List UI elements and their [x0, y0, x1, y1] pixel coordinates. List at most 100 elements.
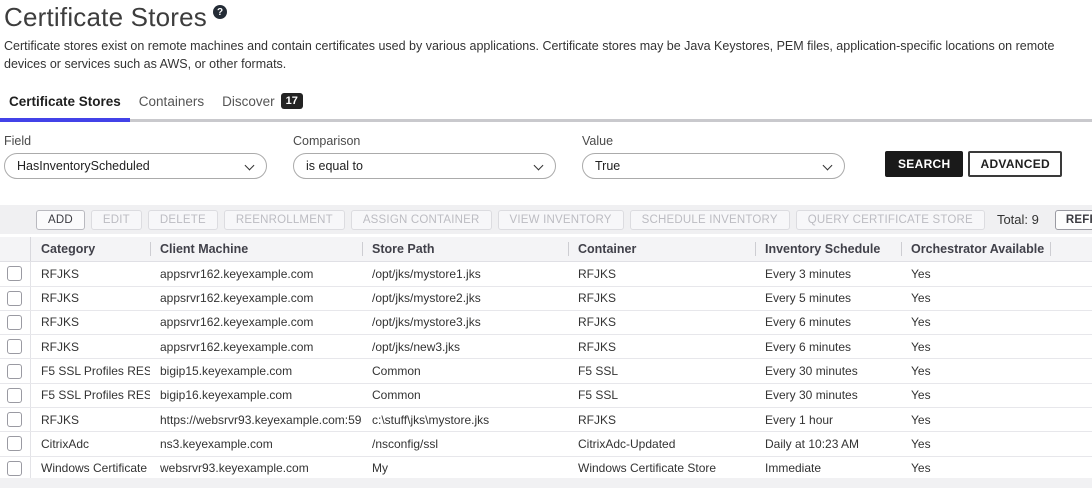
row-checkbox-cell: [0, 408, 31, 431]
tab-containers[interactable]: Containers: [130, 89, 213, 122]
cell-client-machine: appsrvr162.keyexample.com: [150, 291, 362, 305]
cell-container: RFJKS: [568, 267, 755, 281]
table-row[interactable]: RFJKSappsrvr162.keyexample.com/opt/jks/m…: [0, 261, 1092, 285]
row-checkbox[interactable]: [7, 315, 22, 330]
row-checkbox-cell: [0, 311, 31, 334]
row-checkbox-cell: [0, 457, 31, 480]
value-select[interactable]: True: [582, 153, 845, 179]
tab-label: Certificate Stores: [9, 94, 121, 109]
cell-category: RFJKS: [31, 267, 150, 281]
row-checkbox[interactable]: [7, 339, 22, 354]
add-button[interactable]: ADD: [36, 210, 85, 230]
cell-orchestrator-available: Yes: [901, 315, 1050, 329]
advanced-button[interactable]: ADVANCED: [968, 151, 1062, 177]
row-checkbox-cell: [0, 287, 31, 310]
field-select[interactable]: HasInventoryScheduled: [4, 153, 267, 179]
certificate-stores-table: Category Client Machine Store Path Conta…: [0, 237, 1092, 481]
discover-count-badge: 17: [281, 93, 303, 109]
filter-actions: SEARCH ADVANCED: [885, 151, 1062, 179]
cell-store-path: /opt/jks/mystore3.jks: [362, 315, 568, 329]
cell-container: Windows Certificate Store: [568, 461, 755, 475]
column-header-inventory-schedule[interactable]: Inventory Schedule: [755, 237, 901, 261]
cell-inventory-schedule: Every 6 minutes: [755, 340, 901, 354]
table-row[interactable]: RFJKSappsrvr162.keyexample.com/opt/jks/n…: [0, 334, 1092, 358]
search-button[interactable]: SEARCH: [885, 151, 963, 177]
edit-button[interactable]: EDIT: [91, 210, 142, 230]
row-checkbox[interactable]: [7, 364, 22, 379]
chevron-down-icon: [245, 161, 255, 171]
cell-store-path: c:\stuff\jks\mystore.jks: [362, 413, 568, 427]
page-title: Certificate Stores: [4, 2, 207, 33]
row-checkbox-cell: [0, 432, 31, 455]
comparison-select[interactable]: is equal to: [293, 153, 556, 179]
reenrollment-button[interactable]: REENROLLMENT: [224, 210, 345, 230]
cell-inventory-schedule: Daily at 10:23 AM: [755, 437, 901, 451]
cell-category: CitrixAdc: [31, 437, 150, 451]
cell-client-machine: websrvr93.keyexample.com: [150, 461, 362, 475]
cell-inventory-schedule: Immediate: [755, 461, 901, 475]
view-inventory-button[interactable]: VIEW INVENTORY: [498, 210, 624, 230]
cell-container: F5 SSL: [568, 364, 755, 378]
row-checkbox-cell: [0, 359, 31, 382]
cell-category: RFJKS: [31, 340, 150, 354]
cell-store-path: Common: [362, 364, 568, 378]
cell-category: RFJKS: [31, 413, 150, 427]
help-icon[interactable]: ?: [213, 5, 227, 19]
table-row[interactable]: Windows Certificatewebsrvr93.keyexample.…: [0, 456, 1092, 480]
row-checkbox[interactable]: [7, 291, 22, 306]
column-header-client-machine[interactable]: Client Machine: [150, 237, 362, 261]
row-checkbox[interactable]: [7, 266, 22, 281]
cell-client-machine: appsrvr162.keyexample.com: [150, 315, 362, 329]
cell-inventory-schedule: Every 30 minutes: [755, 388, 901, 402]
assign-container-button[interactable]: ASSIGN CONTAINER: [351, 210, 492, 230]
cell-inventory-schedule: Every 30 minutes: [755, 364, 901, 378]
cell-container: CitrixAdc-Updated: [568, 437, 755, 451]
page-header: Certificate Stores ?: [0, 2, 1092, 33]
table-row[interactable]: RFJKShttps://websrvr93.keyexample.com:59…: [0, 407, 1092, 431]
tab-certificate-stores[interactable]: Certificate Stores: [0, 89, 130, 122]
table-body: RFJKSappsrvr162.keyexample.com/opt/jks/m…: [0, 261, 1092, 480]
row-checkbox[interactable]: [7, 388, 22, 403]
row-checkbox-cell: [0, 384, 31, 407]
table-row[interactable]: F5 SSL Profiles RESTbigip15.keyexample.c…: [0, 358, 1092, 382]
cell-orchestrator-available: Yes: [901, 388, 1050, 402]
cell-store-path: /opt/jks/new3.jks: [362, 340, 568, 354]
comparison-filter-group: Comparison is equal to: [293, 134, 556, 179]
cell-client-machine: ns3.keyexample.com: [150, 437, 362, 451]
row-checkbox[interactable]: [7, 436, 22, 451]
table-header-row: Category Client Machine Store Path Conta…: [0, 237, 1092, 261]
cell-inventory-schedule: Every 6 minutes: [755, 315, 901, 329]
column-header-store-path[interactable]: Store Path: [362, 237, 568, 261]
column-header-container[interactable]: Container: [568, 237, 755, 261]
query-certificate-store-button[interactable]: QUERY CERTIFICATE STORE: [796, 210, 985, 230]
row-checkbox[interactable]: [7, 461, 22, 476]
table-row[interactable]: F5 SSL Profiles RESTbigip16.keyexample.c…: [0, 383, 1092, 407]
schedule-inventory-button[interactable]: SCHEDULE INVENTORY: [630, 210, 790, 230]
table-row[interactable]: RFJKSappsrvr162.keyexample.com/opt/jks/m…: [0, 310, 1092, 334]
column-header-orchestrator-available[interactable]: Orchestrator Available: [901, 237, 1050, 261]
search-filter-bar: Field HasInventoryScheduled Comparison i…: [0, 122, 1092, 179]
table-row[interactable]: CitrixAdcns3.keyexample.com/nsconfig/ssl…: [0, 431, 1092, 455]
delete-button[interactable]: DELETE: [148, 210, 218, 230]
field-select-value: HasInventoryScheduled: [17, 159, 150, 173]
cell-inventory-schedule: Every 3 minutes: [755, 267, 901, 281]
field-filter-group: Field HasInventoryScheduled: [4, 134, 267, 179]
cell-orchestrator-available: Yes: [901, 291, 1050, 305]
refresh-button[interactable]: REFRESH: [1055, 210, 1092, 230]
cell-container: RFJKS: [568, 340, 755, 354]
row-checkbox-cell: [0, 335, 31, 358]
chevron-down-icon: [534, 161, 544, 171]
table-row[interactable]: RFJKSappsrvr162.keyexample.com/opt/jks/m…: [0, 286, 1092, 310]
row-checkbox[interactable]: [7, 412, 22, 427]
value-select-value: True: [595, 159, 620, 173]
bottom-scrollbar-track[interactable]: [0, 478, 1092, 488]
select-all-cell: [0, 237, 31, 261]
tab-discover[interactable]: Discover 17: [213, 89, 312, 122]
cell-inventory-schedule: Every 1 hour: [755, 413, 901, 427]
value-filter-group: Value True: [582, 134, 845, 179]
cell-container: F5 SSL: [568, 388, 755, 402]
tab-bar: Certificate Stores Containers Discover 1…: [0, 89, 1092, 122]
column-header-category[interactable]: Category: [31, 237, 150, 261]
grid-toolbar: ADD EDIT DELETE REENROLLMENT ASSIGN CONT…: [0, 205, 1092, 234]
certificate-stores-page: Certificate Stores ? Certificate stores …: [0, 0, 1092, 488]
